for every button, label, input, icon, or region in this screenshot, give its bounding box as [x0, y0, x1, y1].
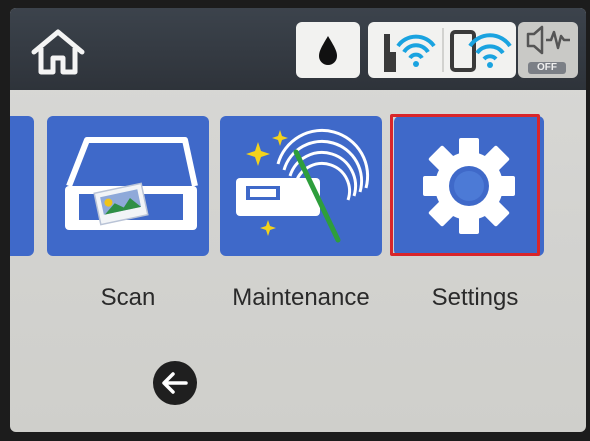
ink-levels-button[interactable] — [296, 22, 360, 78]
printhead-cleaning-icon — [236, 128, 370, 243]
wifi-direct-icon — [450, 30, 512, 72]
maintenance-tile[interactable] — [220, 116, 382, 256]
network-status-button[interactable] — [368, 22, 516, 78]
sound-status-button[interactable]: OFF — [518, 22, 578, 78]
scan-label: Scan — [100, 284, 156, 311]
status-bar: OFF — [10, 8, 586, 90]
wifi-router-icon — [384, 34, 436, 72]
ink-drop-icon — [319, 36, 337, 65]
selection-highlight — [390, 114, 540, 256]
previous-menu-tile[interactable] — [10, 116, 34, 256]
speaker-icon — [526, 25, 570, 55]
sound-off-badge: OFF — [528, 62, 566, 74]
back-arrow-icon — [153, 361, 197, 405]
scanner-icon — [65, 137, 198, 230]
printer-lcd-screen: OFF Scan Maintenance Settings — [10, 8, 586, 432]
home-icon — [31, 29, 85, 75]
scan-tile[interactable] — [47, 116, 209, 256]
home-button[interactable] — [28, 24, 88, 80]
settings-label: Settings — [431, 284, 519, 311]
back-button[interactable] — [152, 360, 198, 406]
maintenance-label: Maintenance — [232, 284, 370, 311]
